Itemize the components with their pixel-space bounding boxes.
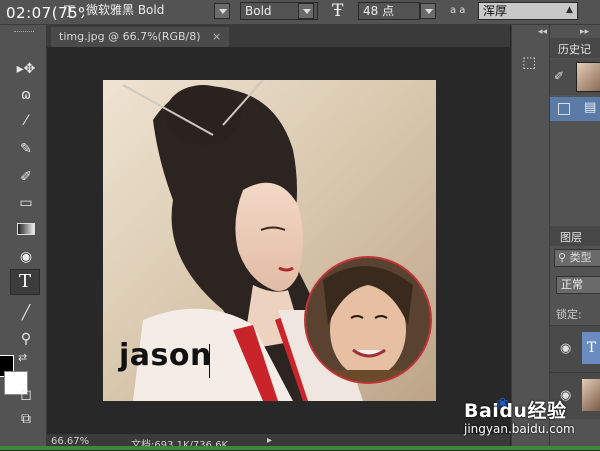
move-tool-icon[interactable]: ▸✥ [14, 59, 38, 79]
quick-mask-icon[interactable]: ◻ [14, 385, 38, 405]
panel-icon-strip: ◂◂ ⬚ [511, 25, 549, 450]
font-family-value: 微软雅黑 Bold [86, 3, 165, 17]
font-style-value: Bold [245, 4, 272, 18]
toolbar-collapse-icon[interactable] [14, 31, 34, 35]
brush-tool-icon[interactable]: ✎ [14, 139, 38, 159]
collapse-panels-icon[interactable]: ◂◂ [538, 27, 547, 37]
eraser-tool-icon[interactable]: ▭ [14, 193, 38, 213]
antialias-value: 浑厚 [483, 4, 508, 18]
filter-kind-value: 类型 [569, 251, 592, 264]
baidu-watermark: ❀ Baidu经验 jingyan.baidu.com [462, 392, 600, 442]
font-size-field[interactable]: 48 点 [358, 2, 420, 20]
dodge-tool-icon[interactable]: ◉ [14, 247, 38, 267]
canvas-image[interactable]: jason [103, 80, 436, 401]
zoom-tool-icon[interactable]: ⚲ [14, 329, 38, 349]
document-icon: ▤ [584, 100, 597, 115]
snapshot-thumbnail [576, 62, 600, 92]
3d-cube-icon[interactable]: ⬚ [522, 53, 536, 71]
right-panels: ▸▸ 历史记录 ✐ ▤ 图层 ⚲ 类型 正常 锁定: ◉ T ◉ [549, 25, 600, 450]
visibility-eye-icon[interactable]: ◉ [560, 341, 571, 356]
document-tab-bar: timg.jpg @ 66.7%(RGB/8) × [47, 25, 510, 47]
text-layer-thumbnail: T [582, 332, 600, 364]
type-orientation-icon[interactable]: T [64, 2, 75, 21]
history-brush-icon[interactable]: ✐ [554, 69, 564, 83]
gradient-tool-icon[interactable] [14, 221, 38, 241]
type-tool-icon[interactable]: T [10, 269, 40, 295]
font-size-dropdown-icon[interactable] [420, 3, 436, 19]
eyedropper-tool-icon[interactable]: ⁄ [14, 111, 38, 131]
document-tab[interactable]: timg.jpg @ 66.7%(RGB/8) × [51, 27, 230, 47]
font-style-dropdown-icon[interactable] [298, 3, 314, 19]
tools-panel: ▸✥ ɷ ⁄ ✎ ✐ ▭ ◉ T ╱ ⚲ ⇄ ◻ ⧉ [0, 25, 47, 450]
blend-mode-select[interactable]: 正常 [556, 276, 600, 294]
swap-colors-icon[interactable]: ⇄ [18, 351, 27, 364]
font-family-select[interactable]: 微软雅黑 Bold [84, 2, 234, 20]
font-size-value: 48 点 [363, 4, 395, 18]
antialias-select[interactable]: 浑厚 [478, 2, 578, 20]
history-panel-header[interactable]: 历史记录 [550, 38, 600, 72]
text-cursor [209, 344, 210, 378]
taskbar-edge [0, 446, 600, 450]
lock-label: 锁定: [556, 308, 582, 321]
antialias-icon: a a [450, 5, 466, 16]
line-tool-icon[interactable]: ╱ [14, 303, 38, 323]
layers-panel-header[interactable]: 图层 [550, 226, 600, 246]
close-tab-icon[interactable]: × [212, 30, 221, 43]
status-arrow-icon[interactable]: ▸ [267, 435, 272, 446]
font-size-icon: Ŧ [332, 1, 344, 21]
watermark-url: jingyan.baidu.com [464, 422, 575, 436]
antialias-dropdown-icon[interactable]: ▲ [566, 5, 573, 15]
font-family-dropdown-icon[interactable] [214, 3, 230, 19]
search-icon: ⚲ [558, 251, 567, 264]
history-brush-tool-icon[interactable]: ✐ [14, 167, 38, 187]
history-snapshot[interactable]: ✐ [550, 59, 600, 95]
document-tab-title: timg.jpg @ 66.7%(RGB/8) [59, 30, 201, 43]
expand-panels-icon[interactable]: ▸▸ [580, 27, 589, 37]
layer-filter-field[interactable]: ⚲ 类型 [554, 249, 600, 267]
layers-panel-title: 图层 [560, 231, 582, 244]
watermark-brand: Baidu经验 [464, 400, 567, 422]
state-checkbox[interactable] [558, 103, 570, 115]
blend-mode-value: 正常 [561, 278, 583, 291]
screen-mode-icon[interactable]: ⧉ [14, 409, 38, 429]
options-bar: 02:07(75%) T 微软雅黑 Bold Bold Ŧ 48 点 a a 浑… [0, 0, 600, 25]
text-layer-jason[interactable]: jason [119, 338, 212, 373]
history-state-selected[interactable]: ▤ [550, 97, 600, 121]
lasso-tool-icon[interactable]: ɷ [14, 85, 38, 105]
layer-row-text[interactable]: ◉ T [550, 325, 600, 372]
